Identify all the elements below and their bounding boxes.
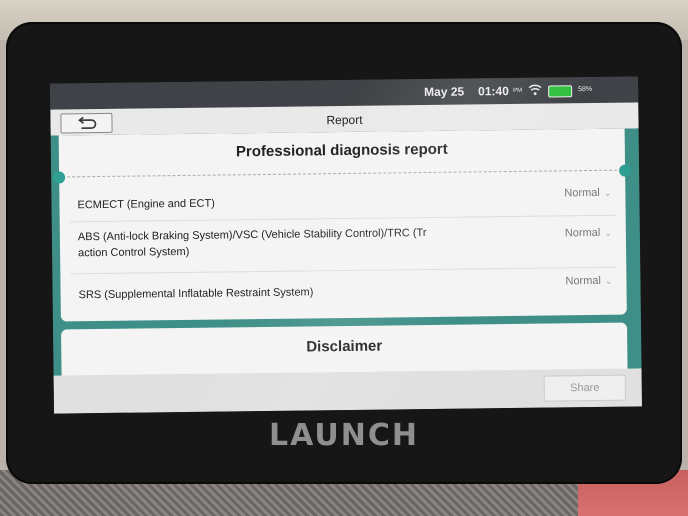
chevron-down-icon: ⌄ bbox=[604, 227, 612, 238]
disclaimer-title: Disclaimer bbox=[306, 337, 383, 356]
battery-icon bbox=[548, 85, 573, 98]
share-button[interactable]: Share bbox=[543, 374, 626, 402]
page-title: Report bbox=[326, 112, 363, 128]
system-status[interactable]: Normal ⌄ bbox=[564, 226, 612, 240]
system-row-abs[interactable]: ABS (Anti-lock Braking System)/VSC (Vehi… bbox=[69, 214, 617, 275]
system-status[interactable]: Normal ⌄ bbox=[565, 274, 613, 288]
chevron-down-icon: ⌄ bbox=[603, 187, 612, 198]
dashed-divider bbox=[67, 169, 618, 178]
status-text: Normal bbox=[564, 226, 601, 240]
status-ampm: PM bbox=[513, 87, 523, 94]
brand-logo: LAUNCH bbox=[268, 418, 419, 453]
system-name-continued: action Control System) bbox=[78, 245, 190, 260]
system-name: SRS (Supplemental Inflatable Restraint S… bbox=[78, 286, 314, 302]
chevron-down-icon: ⌄ bbox=[604, 275, 613, 286]
status-text: Normal bbox=[565, 274, 601, 288]
system-status[interactable]: Normal ⌄ bbox=[564, 186, 612, 200]
system-name: ECMECT (Engine and ECT) bbox=[77, 197, 215, 212]
content-area: Professional diagnosis report ECMECT (En… bbox=[50, 128, 642, 414]
status-text: Normal bbox=[564, 186, 600, 200]
card-notch-right bbox=[619, 164, 632, 177]
status-date: May 25 bbox=[424, 84, 465, 100]
status-time: 01:40 bbox=[478, 83, 509, 99]
system-row-srs[interactable]: SRS (Supplemental Inflatable Restraint S… bbox=[70, 267, 616, 312]
report-title: Professional diagnosis report bbox=[235, 140, 448, 161]
report-card: Professional diagnosis report ECMECT (En… bbox=[53, 128, 632, 322]
device-screen: May 25 01:40 PM 58% Report Professional … bbox=[50, 76, 642, 414]
system-name: ABS (Anti-lock Braking System)/VSC (Vehi… bbox=[77, 227, 427, 244]
battery-percent: 58% bbox=[578, 85, 593, 94]
wifi-icon bbox=[528, 84, 542, 96]
card-notch-left bbox=[53, 171, 66, 184]
